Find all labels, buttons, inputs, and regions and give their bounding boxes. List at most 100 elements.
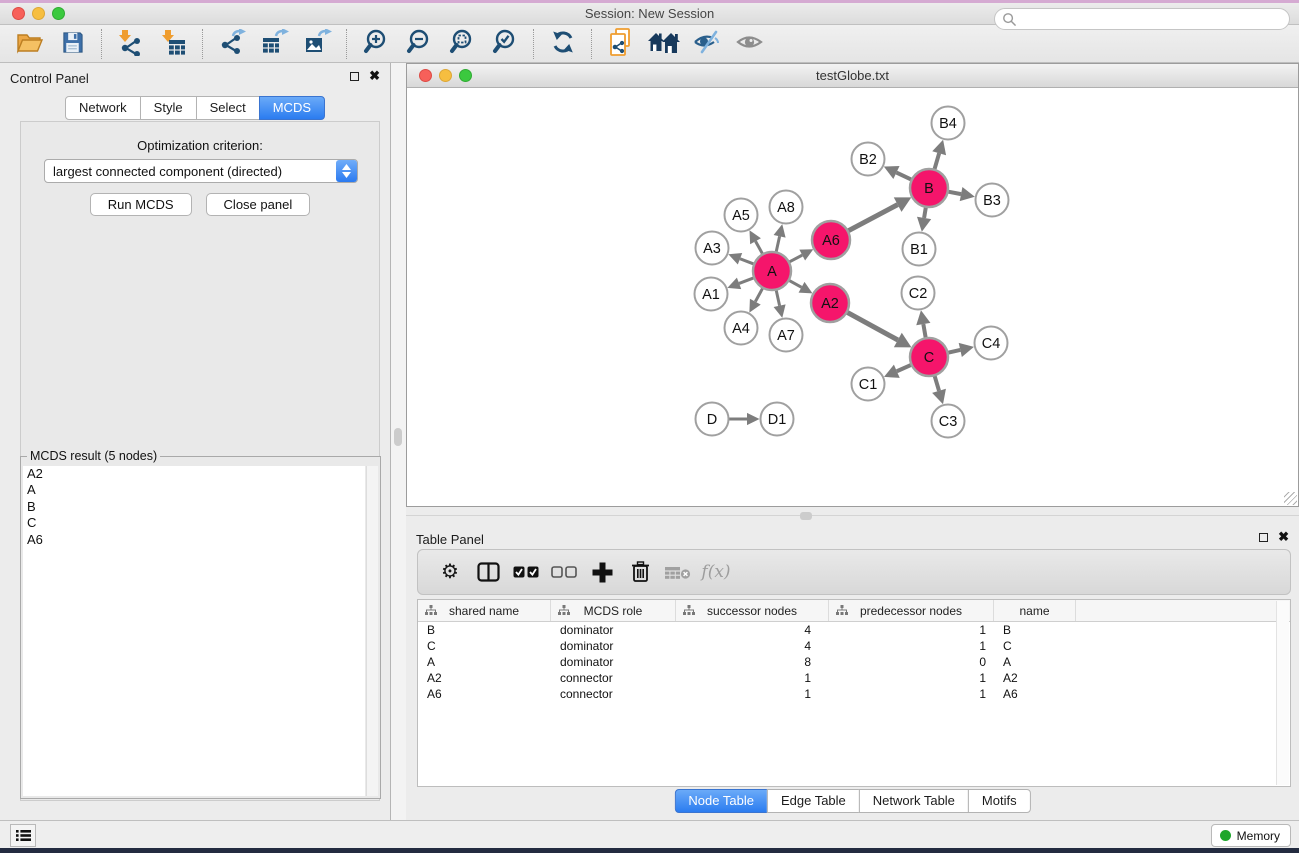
table-row[interactable]: Cdominator41C	[418, 638, 1290, 654]
mcds-result-item[interactable]: A	[23, 482, 365, 498]
deselect-all-button[interactable]	[545, 554, 583, 590]
graph-edge-A-A8[interactable]	[776, 236, 780, 252]
table-cell[interactable]: A	[418, 654, 551, 670]
graph-edge-A6-B[interactable]	[848, 205, 898, 231]
zoom-fit-button[interactable]	[440, 27, 483, 61]
export-image-button[interactable]	[296, 27, 339, 61]
table-cell[interactable]: connector	[551, 686, 676, 702]
result-list-scrollbar[interactable]	[366, 466, 378, 796]
close-table-panel-icon[interactable]: ✖	[1278, 532, 1289, 542]
graph-edge-C-C4[interactable]	[948, 350, 961, 353]
show-details-button[interactable]	[728, 27, 771, 61]
graph-edge-A-A6[interactable]	[789, 255, 802, 262]
table-cell[interactable]: connector	[551, 670, 676, 686]
table-cell[interactable]: 4	[676, 622, 829, 638]
refresh-button[interactable]	[541, 27, 584, 61]
graph-edge-A-A3[interactable]	[740, 259, 754, 264]
table-cell[interactable]: A2	[418, 670, 551, 686]
graph-edge-C-C3[interactable]	[934, 375, 939, 391]
home-button[interactable]	[642, 27, 685, 61]
float-panel-icon[interactable]	[350, 72, 359, 81]
table-cell[interactable]: dominator	[551, 638, 676, 654]
delete-column-button[interactable]	[621, 554, 659, 590]
desktop-vertical-scrollbar[interactable]	[391, 63, 406, 820]
graph-edge-A-A1[interactable]	[739, 278, 754, 284]
graph-edge-C-C1[interactable]	[897, 365, 912, 372]
close-panel-button[interactable]: Close panel	[206, 193, 311, 216]
mcds-result-item[interactable]: A6	[23, 532, 365, 548]
graph-edge-A2-C[interactable]	[847, 312, 898, 340]
network-from-file-button[interactable]	[599, 27, 642, 61]
float-table-panel-icon[interactable]	[1259, 533, 1268, 542]
table-cell[interactable]: 1	[829, 638, 994, 654]
column-header-successor-nodes[interactable]: successor nodes	[676, 600, 829, 621]
graph-edge-A-A7[interactable]	[776, 290, 780, 306]
tab-node-table[interactable]: Node Table	[674, 789, 768, 813]
graph-edge-B-B3[interactable]	[948, 192, 961, 195]
table-cell[interactable]: 8	[676, 654, 829, 670]
table-cell[interactable]: 0	[829, 654, 994, 670]
table-cell[interactable]: A6	[994, 686, 1076, 702]
graph-edge-A-A5[interactable]	[756, 241, 763, 254]
table-cell[interactable]: dominator	[551, 654, 676, 670]
tab-motifs[interactable]: Motifs	[968, 789, 1031, 813]
split-view-button[interactable]	[469, 554, 507, 590]
tab-network-table[interactable]: Network Table	[859, 789, 969, 813]
graph-edge-B-B1[interactable]	[924, 207, 926, 218]
table-cell[interactable]: C	[418, 638, 551, 654]
open-folder-button[interactable]	[8, 27, 51, 61]
zoom-selected-button[interactable]	[483, 27, 526, 61]
table-cell[interactable]: dominator	[551, 622, 676, 638]
export-network-button[interactable]	[210, 27, 253, 61]
window-resize-grip[interactable]	[1284, 492, 1297, 505]
memory-button[interactable]: Memory	[1211, 824, 1291, 847]
select-all-button[interactable]	[507, 554, 545, 590]
table-cell[interactable]: 1	[829, 622, 994, 638]
graph-edge-A-A2[interactable]	[789, 280, 802, 287]
tab-style[interactable]: Style	[140, 96, 197, 120]
hide-details-button[interactable]	[685, 27, 728, 61]
table-scrollbar[interactable]	[1276, 601, 1289, 785]
add-column-button[interactable]	[583, 554, 621, 590]
tab-mcds[interactable]: MCDS	[259, 96, 325, 120]
table-row[interactable]: Bdominator41B	[418, 622, 1290, 638]
table-cell[interactable]: B	[418, 622, 551, 638]
zoom-in-button[interactable]	[354, 27, 397, 61]
table-cell[interactable]: 1	[676, 670, 829, 686]
zoom-out-button[interactable]	[397, 27, 440, 61]
table-row[interactable]: A2connector11A2	[418, 670, 1290, 686]
mcds-result-item[interactable]: C	[23, 515, 365, 531]
tab-edge-table[interactable]: Edge Table	[767, 789, 860, 813]
tab-network[interactable]: Network	[65, 96, 141, 120]
network-graph-canvas[interactable]: AA1A3A5A8A4A7A6A2BB1B2B3B4CC1C2C3C4DD1	[407, 89, 1298, 506]
optimization-criterion-dropdown[interactable]: largest connected component (directed)	[44, 159, 358, 183]
desktop-horizontal-scrollbar[interactable]	[406, 507, 1299, 524]
table-row[interactable]: A6connector11A6	[418, 686, 1290, 702]
table-cell[interactable]: 4	[676, 638, 829, 654]
table-cell[interactable]: A6	[418, 686, 551, 702]
table-cell[interactable]: C	[994, 638, 1076, 654]
vertical-scroll-thumb[interactable]	[394, 428, 402, 446]
import-network-button[interactable]	[109, 27, 152, 61]
network-window-titlebar[interactable]: testGlobe.txt	[407, 64, 1298, 88]
search-input[interactable]	[1017, 10, 1289, 28]
table-cell[interactable]: A2	[994, 670, 1076, 686]
column-header-predecessor-nodes[interactable]: predecessor nodes	[829, 600, 994, 621]
export-table-button[interactable]	[253, 27, 296, 61]
column-header-name[interactable]: name	[994, 600, 1076, 621]
run-mcds-button[interactable]: Run MCDS	[90, 193, 192, 216]
column-header-shared-name[interactable]: shared name	[418, 600, 551, 621]
table-cell[interactable]: 1	[676, 686, 829, 702]
graph-edge-B-B4[interactable]	[934, 153, 939, 170]
horizontal-scroll-thumb[interactable]	[800, 512, 812, 520]
mcds-result-item[interactable]: A2	[23, 466, 365, 482]
graph-edge-B-B2[interactable]	[896, 173, 911, 180]
search-box[interactable]	[994, 8, 1290, 30]
table-row[interactable]: Adominator80A	[418, 654, 1290, 670]
tab-select[interactable]: Select	[196, 96, 260, 120]
column-header-MCDS-role[interactable]: MCDS role	[551, 600, 676, 621]
table-cell[interactable]: B	[994, 622, 1076, 638]
mcds-result-item[interactable]: B	[23, 499, 365, 515]
table-cell[interactable]: 1	[829, 686, 994, 702]
import-table-button[interactable]	[152, 27, 195, 61]
